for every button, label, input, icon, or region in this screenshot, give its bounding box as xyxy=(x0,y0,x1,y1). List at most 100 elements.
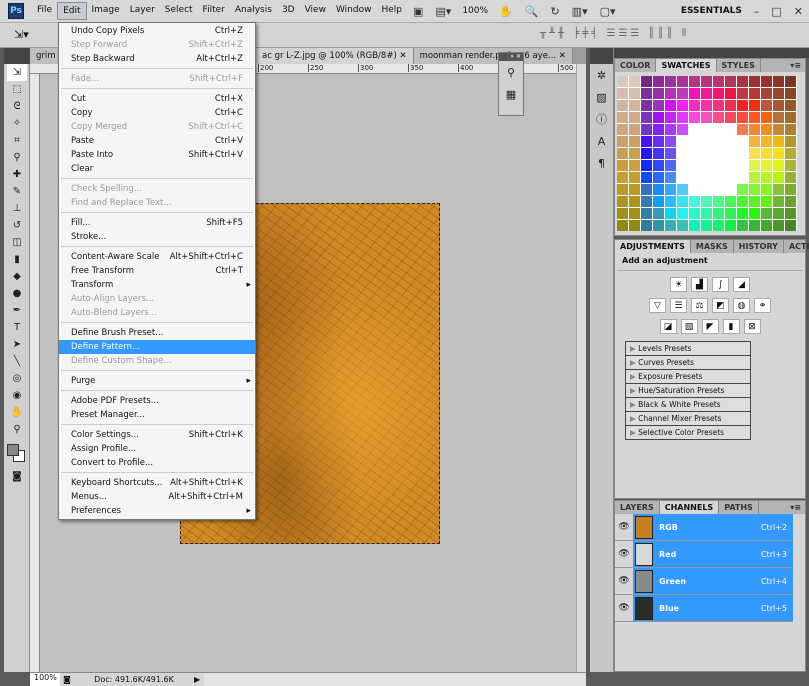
eyedropper-tool-icon[interactable]: ⚲ xyxy=(7,149,27,166)
swatch[interactable] xyxy=(761,88,772,99)
swatch[interactable] xyxy=(761,76,772,87)
menu-help[interactable]: Help xyxy=(376,2,407,20)
history-brush-tool-icon[interactable]: ↺ xyxy=(7,217,27,234)
menu-item-preferences[interactable]: Preferences xyxy=(59,504,255,518)
preset-item[interactable]: Hue/Saturation Presets xyxy=(625,383,751,398)
swatch[interactable] xyxy=(773,124,784,135)
menu-item-keyboard-shortcuts[interactable]: Keyboard Shortcuts... Alt+Shift+Ctrl+K xyxy=(59,476,255,490)
swatch[interactable] xyxy=(725,112,736,123)
menu-item-step-backward[interactable]: Step Backward Alt+Ctrl+Z xyxy=(59,52,255,66)
swatch[interactable] xyxy=(761,124,772,135)
swatch[interactable] xyxy=(641,100,652,111)
rotate-view-icon[interactable]: ↻ xyxy=(550,5,559,18)
menu-filter[interactable]: Filter xyxy=(198,2,230,20)
clone-source-icon[interactable]: ⚲ xyxy=(499,61,523,83)
swatch[interactable] xyxy=(701,76,712,87)
swatch[interactable] xyxy=(773,160,784,171)
menu-layer[interactable]: Layer xyxy=(125,2,160,20)
swatch[interactable] xyxy=(689,220,700,231)
swatch[interactable] xyxy=(617,124,628,135)
swatch[interactable] xyxy=(689,88,700,99)
swatch[interactable] xyxy=(749,160,760,171)
menu-item-menus[interactable]: Menus... Alt+Shift+Ctrl+M xyxy=(59,490,255,504)
swatch[interactable] xyxy=(725,136,736,147)
swatch[interactable] xyxy=(713,220,724,231)
swatch[interactable] xyxy=(641,208,652,219)
swatch[interactable] xyxy=(713,172,724,183)
swatch[interactable] xyxy=(737,100,748,111)
swatch[interactable] xyxy=(617,220,628,231)
menu-item-define-custom-shape[interactable]: Define Custom Shape... xyxy=(59,354,255,368)
zoom-level-dropdown[interactable]: 100% xyxy=(457,3,493,19)
hand-tool-icon[interactable]: ✋ xyxy=(499,5,513,18)
menu-image[interactable]: Image xyxy=(87,2,125,20)
menu-item-step-forward[interactable]: Step Forward Shift+Ctrl+Z xyxy=(59,38,255,52)
panel-menu-icon[interactable]: ▾≡ xyxy=(790,59,805,72)
swatch[interactable] xyxy=(617,172,628,183)
swatch[interactable] xyxy=(665,220,676,231)
gradient-tool-icon[interactable]: ▮ xyxy=(7,251,27,268)
swatch[interactable] xyxy=(761,148,772,159)
swatch[interactable] xyxy=(785,112,796,123)
zoom-field[interactable]: 100% xyxy=(30,673,60,686)
menu-analysis[interactable]: Analysis xyxy=(230,2,277,20)
histogram-icon[interactable]: ▨ xyxy=(590,86,613,108)
path-select-tool-icon[interactable]: ➤ xyxy=(7,336,27,353)
3d-rotate-tool-icon[interactable]: ◎ xyxy=(7,370,27,387)
swatch[interactable] xyxy=(689,136,700,147)
swatch[interactable] xyxy=(665,184,676,195)
swatch[interactable] xyxy=(653,148,664,159)
swatch[interactable] xyxy=(713,76,724,87)
vibrance-icon[interactable]: ▽ xyxy=(649,298,666,313)
tab-masks[interactable]: MASKS xyxy=(691,240,734,253)
swatch[interactable] xyxy=(617,184,628,195)
menu-window[interactable]: Window xyxy=(331,2,377,20)
visibility-eye-icon[interactable]: 👁 xyxy=(615,522,633,532)
menu-view[interactable]: View xyxy=(300,2,331,20)
swatch[interactable] xyxy=(629,208,640,219)
swatch[interactable] xyxy=(617,196,628,207)
swatch[interactable] xyxy=(749,112,760,123)
swatch[interactable] xyxy=(689,208,700,219)
menu-item-free-transform[interactable]: Free Transform Ctrl+T xyxy=(59,264,255,278)
swatch[interactable] xyxy=(773,208,784,219)
swatch[interactable] xyxy=(665,196,676,207)
swatch[interactable] xyxy=(701,172,712,183)
swatch[interactable] xyxy=(749,172,760,183)
magic-wand-tool-icon[interactable]: ✧ xyxy=(7,115,27,132)
preset-item[interactable]: Black & White Presets xyxy=(625,397,751,412)
swatch[interactable] xyxy=(785,100,796,111)
menu-item-check-spelling[interactable]: Check Spelling... xyxy=(59,182,255,196)
swatch[interactable] xyxy=(701,160,712,171)
swatch[interactable] xyxy=(761,160,772,171)
channel-row[interactable]: 👁 Red Ctrl+3 xyxy=(615,541,793,568)
menu-item-fill[interactable]: Fill... Shift+F5 xyxy=(59,216,255,230)
swatch[interactable] xyxy=(665,136,676,147)
swatch[interactable] xyxy=(701,148,712,159)
swatch[interactable] xyxy=(725,100,736,111)
lasso-tool-icon[interactable]: ᘓ xyxy=(7,98,27,115)
workspace-switcher[interactable]: ESSENTIALS xyxy=(681,6,742,16)
zoom-tool-icon[interactable]: ⚲ xyxy=(7,421,27,438)
swatch[interactable] xyxy=(641,112,652,123)
status-arrow-icon[interactable]: ▶ xyxy=(194,675,204,684)
arrange-documents-icon[interactable]: ▥▾ xyxy=(572,5,588,18)
menu-item-define-pattern[interactable]: Define Pattern... xyxy=(59,340,255,354)
swatch[interactable] xyxy=(725,196,736,207)
tab-styles[interactable]: STYLES xyxy=(717,59,761,72)
swatch[interactable] xyxy=(785,208,796,219)
menu-item-paste[interactable]: Paste Ctrl+V xyxy=(59,134,255,148)
swatch[interactable] xyxy=(665,208,676,219)
swatch[interactable] xyxy=(677,220,688,231)
swatch[interactable] xyxy=(641,124,652,135)
swatch[interactable] xyxy=(665,76,676,87)
menu-item-stroke[interactable]: Stroke... xyxy=(59,230,255,244)
menu-item-cut[interactable]: Cut Ctrl+X xyxy=(59,92,255,106)
menu-item-preset-manager[interactable]: Preset Manager... xyxy=(59,408,255,422)
swatch[interactable] xyxy=(761,208,772,219)
dodge-tool-icon[interactable]: ● xyxy=(7,285,27,302)
swatch[interactable] xyxy=(737,160,748,171)
swatch[interactable] xyxy=(713,124,724,135)
swatch[interactable] xyxy=(653,88,664,99)
swatch[interactable] xyxy=(713,160,724,171)
